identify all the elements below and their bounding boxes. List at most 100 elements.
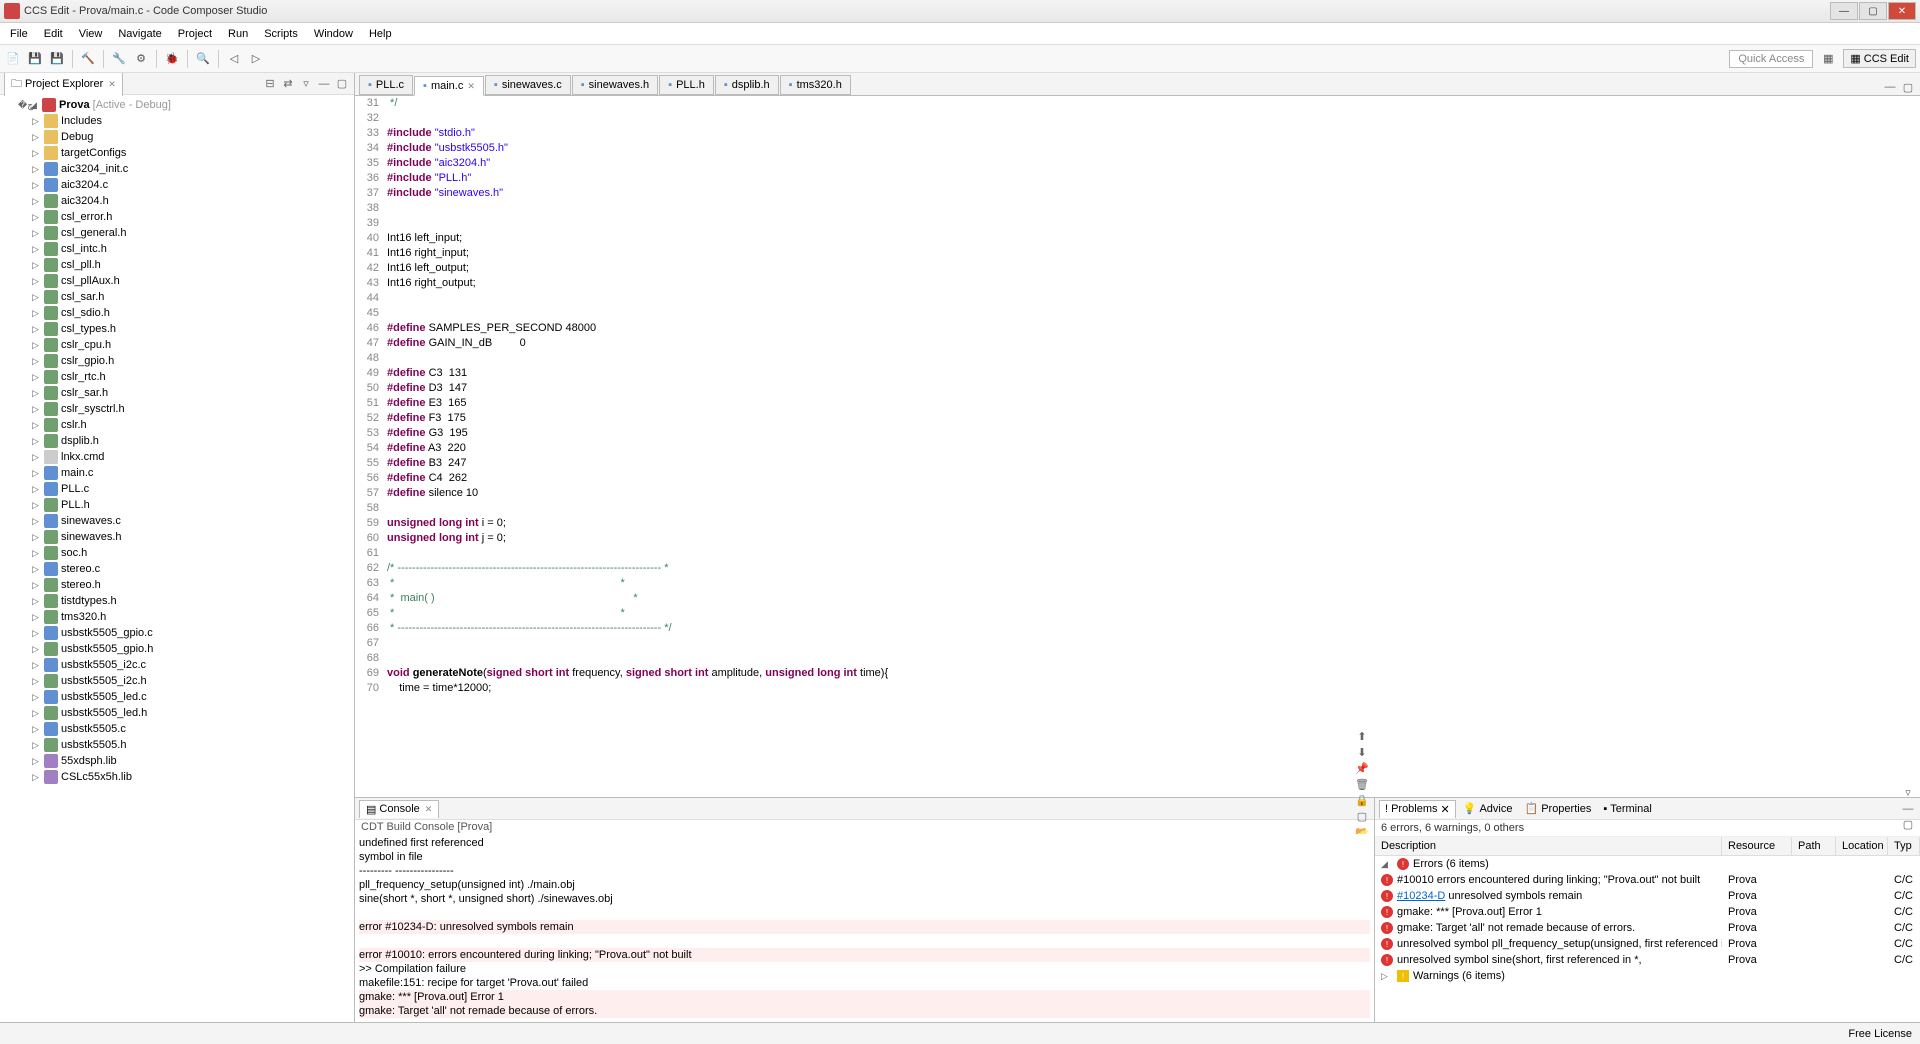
tree-item[interactable]: ▷aic3204.h	[0, 193, 354, 209]
close-icon[interactable]: ✕	[467, 81, 475, 92]
tree-item[interactable]: ▷55xdsph.lib	[0, 753, 354, 769]
tree-item[interactable]: ▷aic3204_init.c	[0, 161, 354, 177]
tree-item[interactable]: ▷sinewaves.h	[0, 529, 354, 545]
tree-item[interactable]: ▷usbstk5505_i2c.c	[0, 657, 354, 673]
tree-item[interactable]: ▷tistdtypes.h	[0, 593, 354, 609]
tree-item[interactable]: ▷PLL.h	[0, 497, 354, 513]
view-menu-icon[interactable]: ▿	[1900, 785, 1916, 801]
tab-advice[interactable]: 💡Advice	[1458, 800, 1518, 817]
up-icon[interactable]: ⬆	[1354, 729, 1370, 745]
problem-row[interactable]: !unresolved symbol pll_frequency_setup(u…	[1375, 936, 1920, 952]
tree-item[interactable]: ▷csl_types.h	[0, 321, 354, 337]
close-icon[interactable]: ✕	[425, 804, 433, 815]
editor-tab[interactable]: ▪sinewaves.h	[572, 75, 658, 95]
problem-row[interactable]: !unresolved symbol sine(short, first ref…	[1375, 952, 1920, 968]
tree-item[interactable]: ▷stereo.h	[0, 577, 354, 593]
tree-item[interactable]: ▷csl_sar.h	[0, 289, 354, 305]
tree-item[interactable]: ▷cslr_gpio.h	[0, 353, 354, 369]
nav-back-icon[interactable]: ◁	[225, 50, 243, 68]
clear-icon[interactable]: 🗑	[1354, 777, 1370, 793]
tree-item[interactable]: ▷sinewaves.c	[0, 513, 354, 529]
tree-item[interactable]: ▷csl_error.h	[0, 209, 354, 225]
tree-item[interactable]: ▷usbstk5505_gpio.h	[0, 641, 354, 657]
tree-item[interactable]: ▷dsplib.h	[0, 433, 354, 449]
tree-item[interactable]: ▷soc.h	[0, 545, 354, 561]
tree-item[interactable]: ▷csl_pllAux.h	[0, 273, 354, 289]
menu-run[interactable]: Run	[222, 26, 254, 42]
tree-item[interactable]: ▷tms320.h	[0, 609, 354, 625]
tab-properties[interactable]: 📋Properties	[1519, 800, 1596, 817]
tree-item[interactable]: ▷CSLc55x5h.lib	[0, 769, 354, 785]
menu-window[interactable]: Window	[308, 26, 359, 42]
debug-icon[interactable]: 🐞	[163, 50, 181, 68]
tree-item[interactable]: ▷PLL.c	[0, 481, 354, 497]
lock-icon[interactable]: 🔒	[1354, 793, 1370, 809]
tree-item[interactable]: ▷csl_intc.h	[0, 241, 354, 257]
tree-item[interactable]: ▷cslr_sar.h	[0, 385, 354, 401]
problem-row[interactable]: !#10010 errors encountered during linkin…	[1375, 872, 1920, 888]
minimize-view-icon[interactable]: —	[1900, 801, 1916, 817]
editor-tab[interactable]: ▪sinewaves.c	[485, 75, 571, 95]
close-button[interactable]: ✕	[1888, 2, 1916, 20]
console-tab[interactable]: ▤ Console ✕	[359, 800, 439, 818]
pin-icon[interactable]: 📌	[1354, 761, 1370, 777]
tree-item[interactable]: ▷cslr_sysctrl.h	[0, 401, 354, 417]
tree-item[interactable]: ▷cslr.h	[0, 417, 354, 433]
tree-item[interactable]: ▷usbstk5505_led.h	[0, 705, 354, 721]
editor-tab[interactable]: ▪PLL.c	[359, 75, 413, 95]
tree-item[interactable]: ▷main.c	[0, 465, 354, 481]
maximize-button[interactable]: ▢	[1859, 2, 1887, 20]
tree-item[interactable]: ▷usbstk5505_led.c	[0, 689, 354, 705]
tree-item[interactable]: ▷targetConfigs	[0, 145, 354, 161]
menu-view[interactable]: View	[73, 26, 109, 42]
nav-fwd-icon[interactable]: ▷	[247, 50, 265, 68]
problem-row[interactable]: !gmake: *** [Prova.out] Error 1ProvaC/C	[1375, 904, 1920, 920]
save-all-icon[interactable]: 💾	[48, 50, 66, 68]
tree-item[interactable]: ▷csl_sdio.h	[0, 305, 354, 321]
down-icon[interactable]: ⬇	[1354, 745, 1370, 761]
tree-item[interactable]: ▷usbstk5505_gpio.c	[0, 625, 354, 641]
tree-item[interactable]: ▷Includes	[0, 113, 354, 129]
tree-item[interactable]: ▷cslr_cpu.h	[0, 337, 354, 353]
view-menu-icon[interactable]: ▿	[298, 76, 314, 92]
tree-item[interactable]: ▷cslr_rtc.h	[0, 369, 354, 385]
tree-item[interactable]: ▷usbstk5505_i2c.h	[0, 673, 354, 689]
link-editor-icon[interactable]: ⇄	[280, 76, 296, 92]
tab-terminal[interactable]: ▪Terminal	[1598, 801, 1656, 817]
tool2-icon[interactable]: ⚙	[132, 50, 150, 68]
close-icon[interactable]: ✕	[1441, 803, 1450, 816]
tree-item[interactable]: ▷usbstk5505.h	[0, 737, 354, 753]
perspective-ccs-edit[interactable]: ▦ CCS Edit	[1843, 49, 1916, 68]
menu-navigate[interactable]: Navigate	[112, 26, 167, 42]
search-icon[interactable]: 🔍	[194, 50, 212, 68]
code-editor[interactable]: 3132333435363738394041424344454647484950…	[355, 96, 1920, 797]
project-explorer-tab[interactable]: 🗀 Project Explorer ✕	[4, 73, 123, 96]
tool1-icon[interactable]: 🔧	[110, 50, 128, 68]
tree-item[interactable]: ▷aic3204.c	[0, 177, 354, 193]
maximize-view-icon[interactable]: ▢	[1900, 79, 1916, 95]
menu-file[interactable]: File	[4, 26, 34, 42]
minimize-view-icon[interactable]: —	[316, 76, 332, 92]
save-icon[interactable]: 💾	[26, 50, 44, 68]
menu-scripts[interactable]: Scripts	[258, 26, 304, 42]
menu-project[interactable]: Project	[172, 26, 218, 42]
tree-item[interactable]: ▷lnkx.cmd	[0, 449, 354, 465]
new-icon[interactable]: 📄	[4, 50, 22, 68]
tree-item[interactable]: ▷usbstk5505.c	[0, 721, 354, 737]
quick-access[interactable]: Quick Access	[1729, 50, 1813, 68]
minimize-button[interactable]: —	[1830, 2, 1858, 20]
project-root[interactable]: �چ◢ Prova [Active - Debug]	[0, 97, 354, 113]
menu-help[interactable]: Help	[363, 26, 398, 42]
errors-group[interactable]: ◢!Errors (6 items)	[1375, 856, 1920, 872]
maximize-view-icon[interactable]: ▢	[334, 76, 350, 92]
tree-item[interactable]: ▷stereo.c	[0, 561, 354, 577]
problem-row[interactable]: !gmake: Target 'all' not remade because …	[1375, 920, 1920, 936]
minimize-view-icon[interactable]: —	[1882, 79, 1898, 95]
warnings-group[interactable]: ▷!Warnings (6 items)	[1375, 968, 1920, 984]
menu-edit[interactable]: Edit	[38, 26, 69, 42]
close-icon[interactable]: ✕	[108, 79, 116, 90]
perspective-switch-icon[interactable]: ▦	[1819, 50, 1837, 68]
editor-tab[interactable]: ▪dsplib.h	[715, 75, 779, 95]
editor-tab[interactable]: ▪PLL.h	[659, 75, 714, 95]
project-tree[interactable]: �چ◢ Prova [Active - Debug] ▷Includes▷Deb…	[0, 95, 354, 1022]
